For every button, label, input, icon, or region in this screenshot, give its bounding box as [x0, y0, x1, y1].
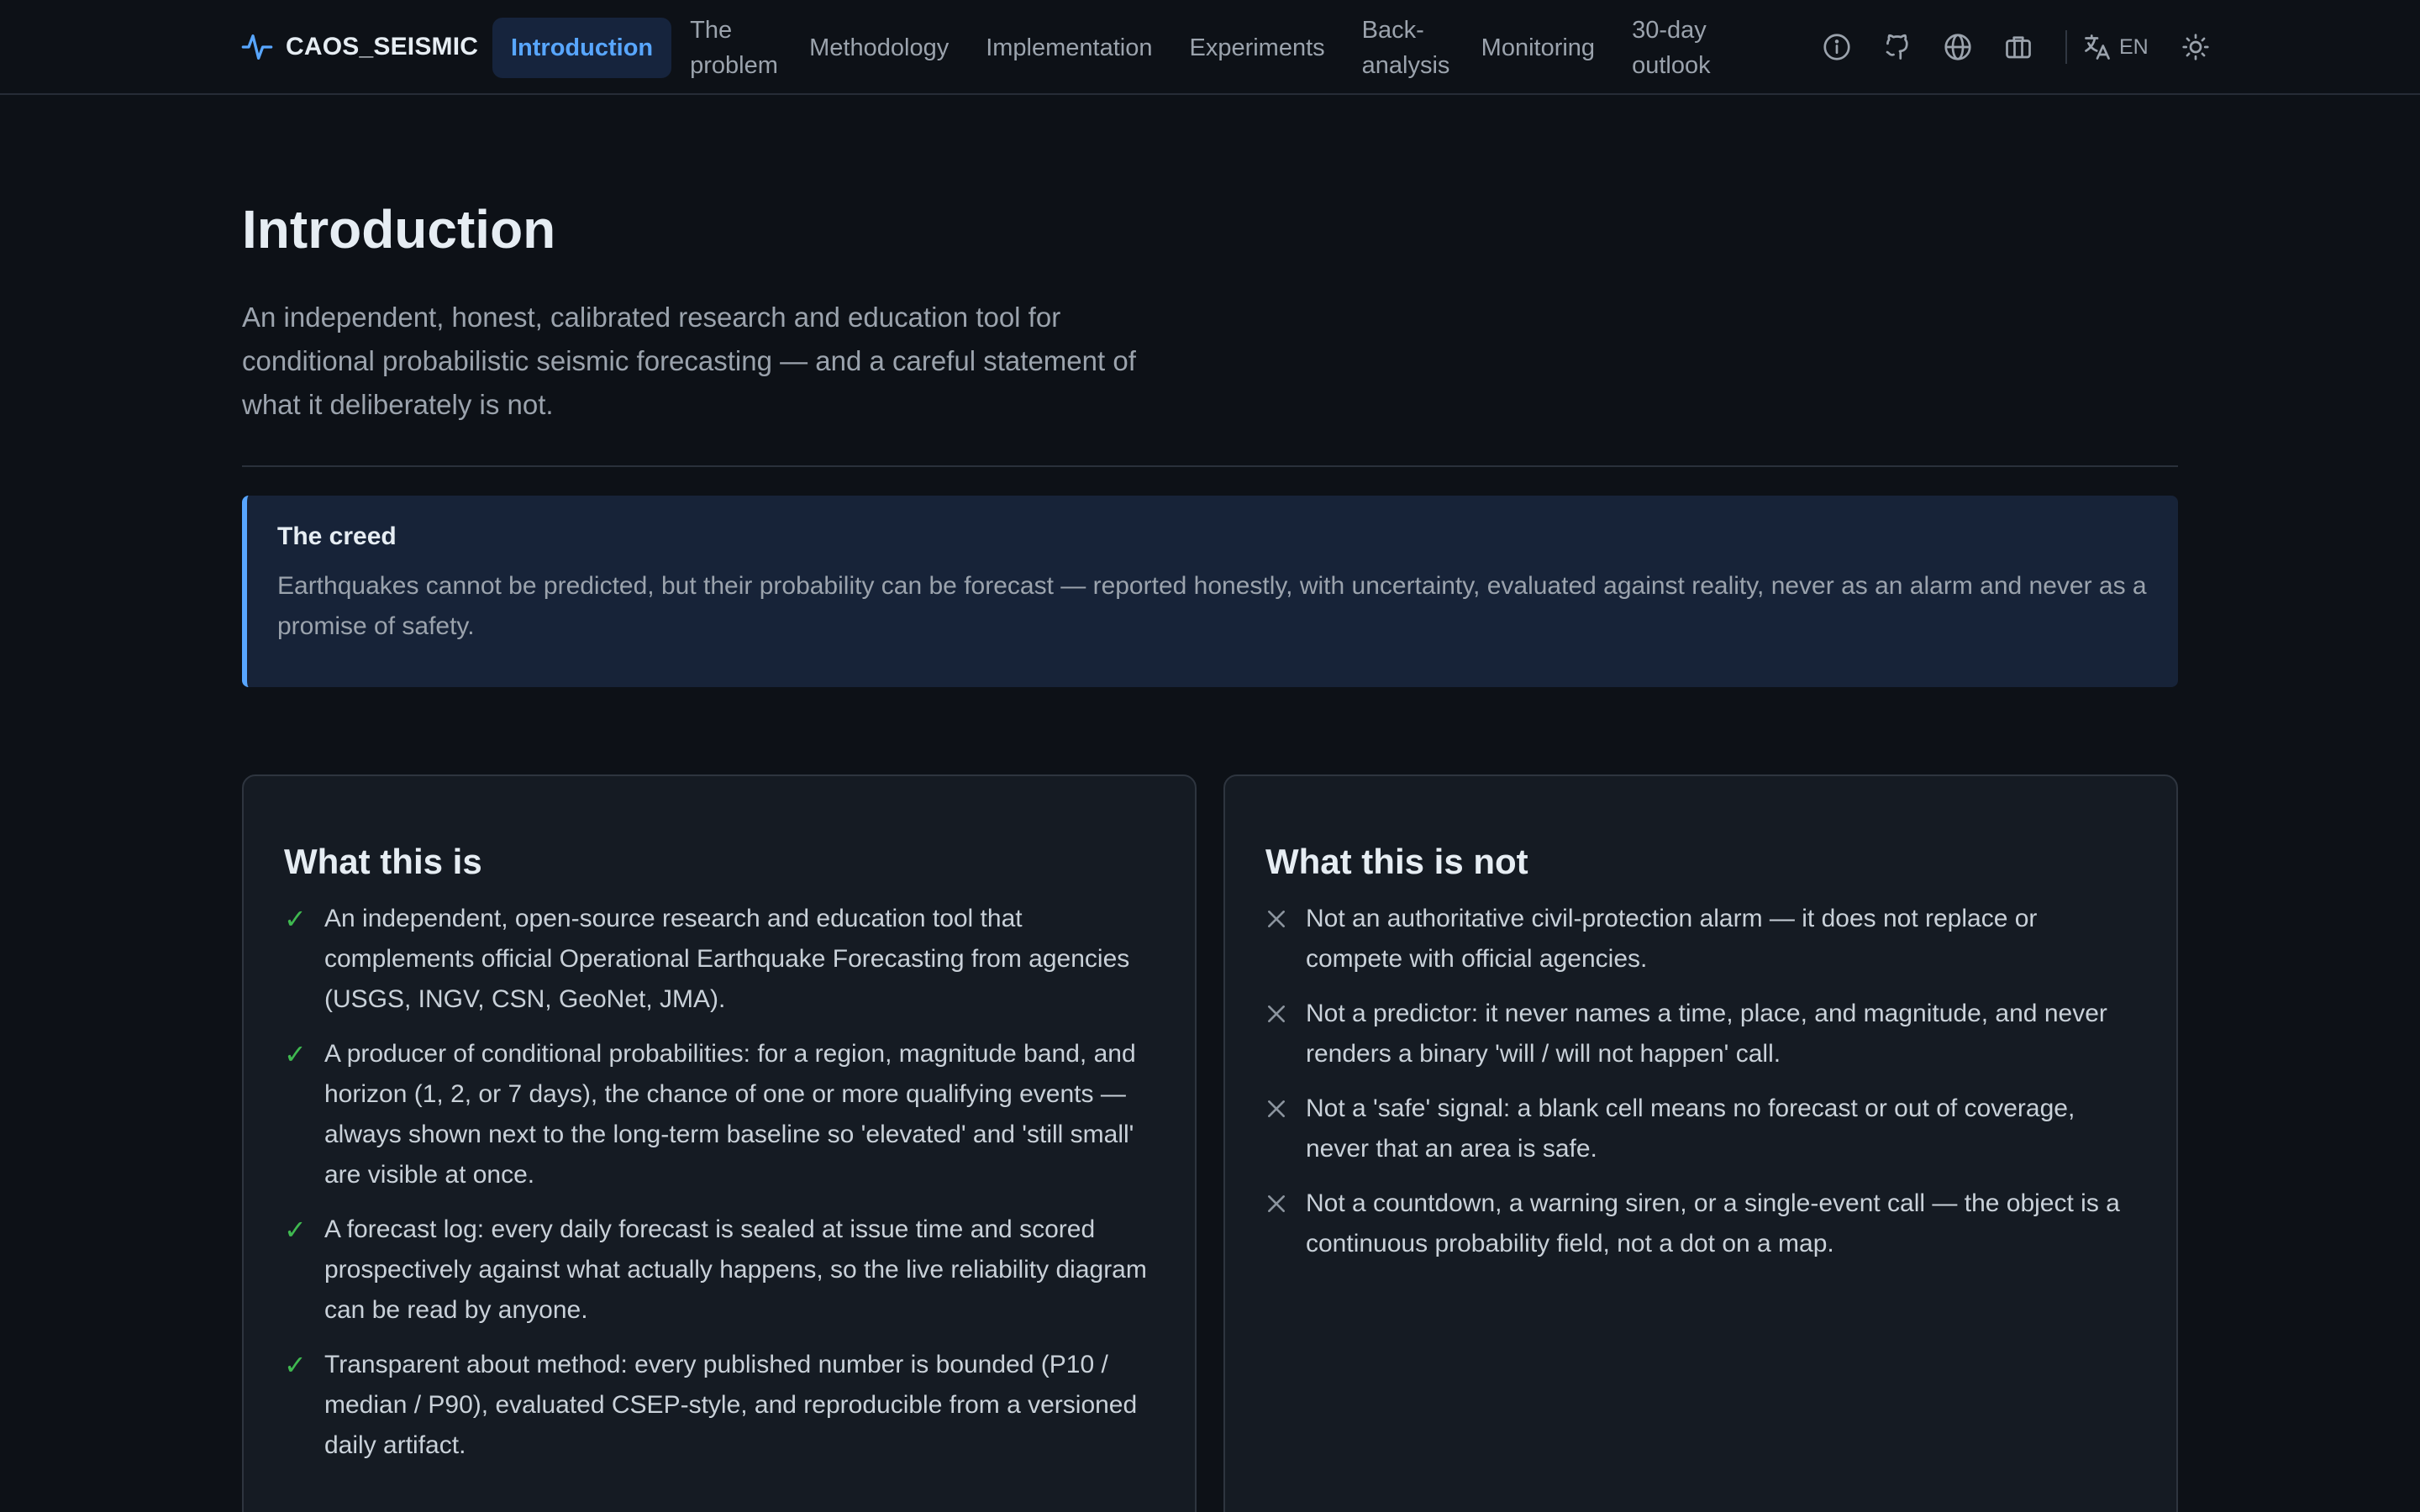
list-item-text: Transparent about method: every publishe…	[324, 1351, 1138, 1459]
list-item-text: Not a countdown, a warning siren, or a s…	[1306, 1189, 2120, 1257]
list-item: ✓ Transparent about method: every publis…	[284, 1345, 1155, 1466]
toolbar-icons: EN	[1815, 25, 2234, 69]
creed-text: Earthquakes cannot be predicted, but the…	[277, 572, 2147, 640]
main-nav: Introduction The problem Methodology Imp…	[492, 10, 1741, 86]
language-selector[interactable]: EN	[2082, 32, 2149, 62]
what-this-is-heading: What this is	[284, 842, 482, 881]
check-icon: ✓	[284, 904, 307, 934]
list-item: ✓ A forecast log: every daily forecast i…	[284, 1210, 1155, 1331]
section-divider	[242, 465, 2178, 467]
nav-item-implementation[interactable]: Implementation	[967, 30, 1171, 66]
creed-heading: The creed	[277, 522, 397, 550]
info-icon	[1823, 34, 1850, 60]
nav-item-experiments[interactable]: Experiments	[1171, 30, 1343, 66]
briefcase-icon	[2006, 36, 2031, 59]
list-item: Not a predictor: it never names a time, …	[1265, 994, 2136, 1074]
what-this-is-not-list: Not an authoritative civil-protection al…	[1265, 899, 2136, 1264]
check-icon: ✓	[284, 1350, 307, 1380]
page-lead: An independent, honest, calibrated resea…	[242, 302, 1136, 420]
creed-callout: The creed Earthquakes cannot be predicte…	[242, 496, 2178, 687]
list-item-text: A forecast log: every daily forecast is …	[324, 1215, 1147, 1324]
what-this-is-card: What this is ✓ An independent, open-sour…	[242, 774, 1197, 1512]
list-item: Not a 'safe' signal: a blank cell means …	[1265, 1089, 2136, 1169]
what-this-is-list: ✓ An independent, open-source research a…	[284, 899, 1155, 1466]
list-item-text: A producer of conditional probabilities:…	[324, 1040, 1136, 1189]
check-icon: ✓	[284, 1039, 307, 1069]
cross-icon	[1265, 1089, 1289, 1169]
nav-item-back-analysis[interactable]: Back-analysis	[1344, 13, 1463, 83]
top-navigation-bar: CAOS_SEISMIC Introduction The problem Me…	[0, 0, 2420, 95]
cross-icon	[1265, 1184, 1289, 1264]
list-item: Not a countdown, a warning siren, or a s…	[1265, 1184, 2136, 1264]
github-icon	[1886, 34, 1908, 60]
sun-icon	[2182, 34, 2209, 60]
toolbar-divider	[2065, 30, 2067, 64]
website-button[interactable]	[1936, 25, 1980, 69]
brand-name: CAOS_SEISMIC	[286, 33, 479, 60]
cross-icon	[1265, 994, 1289, 1074]
check-icon: ✓	[284, 1215, 307, 1245]
nav-item-monitoring[interactable]: Monitoring	[1463, 30, 1613, 66]
list-item-text: Not an authoritative civil-protection al…	[1306, 905, 2038, 973]
page-title: Introduction	[242, 199, 556, 260]
github-button[interactable]	[1876, 25, 1919, 69]
list-item: ✓ A producer of conditional probabilitie…	[284, 1034, 1155, 1195]
what-this-is-not-heading: What this is not	[1265, 842, 1528, 881]
list-item-text: An independent, open-source research and…	[324, 905, 1130, 1013]
translate-icon	[2085, 34, 2110, 60]
nav-item-methodology[interactable]: Methodology	[791, 30, 967, 66]
nav-item-the-problem[interactable]: The problem	[671, 13, 791, 83]
list-item: Not an authoritative civil-protection al…	[1265, 899, 2136, 979]
cross-icon	[1265, 899, 1289, 979]
list-item-text: Not a 'safe' signal: a blank cell means …	[1306, 1095, 2075, 1163]
theme-toggle-button[interactable]	[2174, 25, 2217, 69]
what-this-is-not-card: What this is not Not an authoritative ci…	[1223, 774, 2178, 1512]
nav-item-introduction[interactable]: Introduction	[492, 18, 672, 78]
portfolio-button[interactable]	[1996, 25, 2040, 69]
brand-logo-link[interactable]: CAOS_SEISMIC	[240, 29, 478, 66]
pulse-icon	[241, 34, 273, 60]
nav-item-30-day-outlook[interactable]: 30-day outlook	[1613, 13, 1741, 83]
globe-icon	[1944, 34, 1971, 60]
list-item: ✓ An independent, open-source research a…	[284, 899, 1155, 1020]
list-item-text: Not a predictor: it never names a time, …	[1306, 1000, 2107, 1068]
language-code: EN	[2119, 34, 2149, 59]
info-button[interactable]	[1815, 25, 1859, 69]
